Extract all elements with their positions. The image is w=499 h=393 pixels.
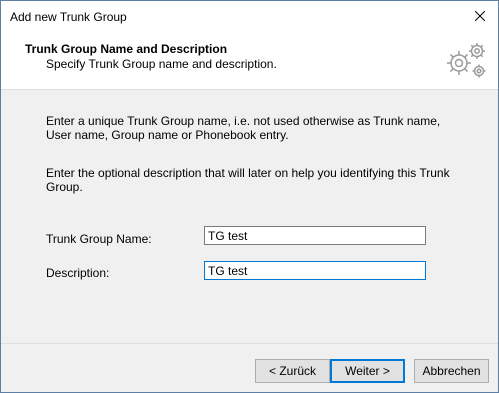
page-subtitle: Specify Trunk Group name and description… bbox=[46, 57, 277, 71]
name-instruction-text: Enter a unique Trunk Group name, i.e. no… bbox=[46, 114, 441, 142]
page-title: Trunk Group Name and Description bbox=[25, 42, 228, 56]
description-input[interactable] bbox=[204, 261, 426, 280]
next-button[interactable]: Weiter > bbox=[330, 359, 405, 383]
close-button[interactable] bbox=[468, 5, 492, 27]
back-button[interactable]: < Zurück bbox=[255, 359, 330, 383]
title-bar: Add new Trunk Group bbox=[1, 1, 498, 32]
wizard-header: Trunk Group Name and Description Specify… bbox=[1, 32, 498, 90]
trunk-group-name-label: Trunk Group Name: bbox=[46, 232, 152, 246]
gears-icon bbox=[447, 43, 486, 78]
description-instruction-text: Enter the optional description that will… bbox=[46, 166, 450, 194]
description-label: Description: bbox=[46, 266, 110, 280]
cancel-button[interactable]: Abbrechen bbox=[414, 359, 489, 383]
trunk-group-name-input[interactable] bbox=[204, 226, 426, 245]
footer-divider bbox=[1, 343, 498, 344]
wizard-content: Enter a unique Trunk Group name, i.e. no… bbox=[1, 91, 498, 343]
close-icon bbox=[475, 11, 485, 21]
wizard-window: Add new Trunk Group Trunk Group Name and… bbox=[0, 0, 499, 393]
window-title: Add new Trunk Group bbox=[10, 10, 127, 24]
